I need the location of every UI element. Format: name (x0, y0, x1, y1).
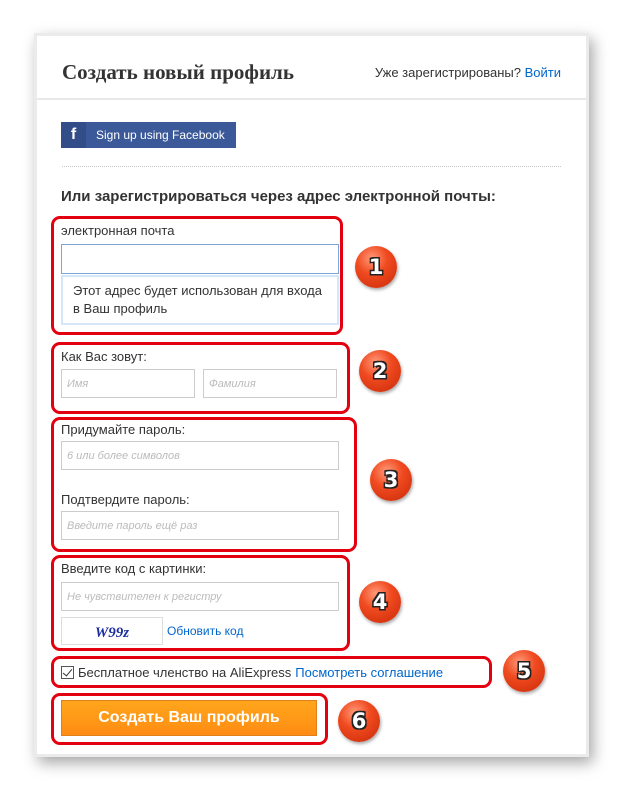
agreement-checkbox[interactable] (61, 666, 74, 679)
last-name-input[interactable] (203, 369, 337, 398)
annotation-badge-6: 6 (338, 700, 380, 742)
first-name-input[interactable] (61, 369, 195, 398)
annotation-badge-4: 4 (359, 581, 401, 623)
captcha-input[interactable] (61, 582, 339, 611)
email-signup-heading: Или зарегистрироваться через адрес элект… (61, 188, 496, 205)
refresh-captcha-link[interactable]: Обновить код (167, 624, 243, 638)
already-registered-text: Уже зарегистрированы? (374, 65, 521, 80)
email-hint: Этот адрес будет использован для входа в… (61, 275, 339, 325)
page-title: Создать новый профиль (62, 60, 294, 84)
email-label: электронная почта (61, 223, 175, 238)
confirm-password-label: Подтвердите пароль: (61, 492, 190, 507)
captcha-image: W99z (61, 617, 163, 645)
facebook-icon: f (61, 122, 86, 148)
confirm-password-input[interactable] (61, 511, 339, 540)
captcha-label: Введите код с картинки: (61, 561, 207, 576)
annotation-badge-3: 3 (370, 459, 412, 501)
password-input[interactable] (61, 441, 339, 470)
annotation-badge-1: 1 (355, 246, 397, 288)
annotation-badge-5: 5 (503, 650, 545, 692)
facebook-signup-button[interactable]: f Sign up using Facebook (61, 122, 236, 148)
agreement-text: Бесплатное членство на AliExpress (78, 665, 292, 680)
card-header: Создать новый профиль Уже зарегистрирова… (37, 36, 586, 100)
view-agreement-link[interactable]: Посмотреть соглашение (295, 665, 443, 680)
email-input[interactable] (61, 244, 339, 274)
login-link[interactable]: Войти (525, 65, 561, 80)
create-profile-button[interactable]: Создать Ваш профиль (61, 700, 317, 736)
facebook-signup-label: Sign up using Facebook (96, 128, 225, 142)
agreement-row: Бесплатное членство на AliExpress Посмот… (61, 665, 443, 680)
divider (62, 166, 561, 167)
signup-card: Создать новый профиль Уже зарегистрирова… (34, 33, 589, 757)
annotation-badge-2: 2 (359, 350, 401, 392)
name-label: Как Вас зовут: (61, 349, 147, 364)
password-label: Придумайте пароль: (61, 422, 186, 437)
already-registered: Уже зарегистрированы? Войти (375, 65, 561, 80)
